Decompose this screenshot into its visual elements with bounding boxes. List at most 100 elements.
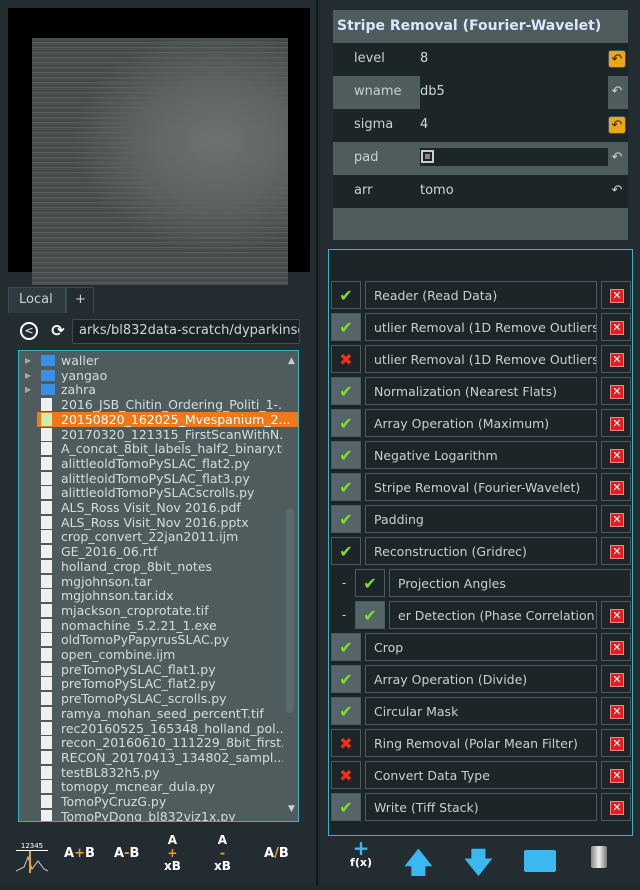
scroll-up-icon[interactable]: ▲ xyxy=(288,356,295,366)
workflow-item-name[interactable]: Reader (Read Data) xyxy=(365,281,597,309)
file-item[interactable]: 20150820_162025_Mvespanium_2... xyxy=(37,411,298,427)
folder-item[interactable]: ▶ zahra xyxy=(19,382,283,397)
file-item[interactable]: nomachine_5.2.21_1.exe xyxy=(19,618,283,633)
delete-button[interactable]: ✕ xyxy=(601,537,631,565)
enabled-check-icon[interactable]: ✔ xyxy=(331,409,361,437)
move-down-icon[interactable]: 🡇 xyxy=(464,842,493,890)
file-item[interactable]: TomoPyCruzG.py xyxy=(19,794,283,809)
enabled-check-icon[interactable]: ✔ xyxy=(331,633,361,661)
delete-button[interactable]: ✕ xyxy=(601,761,631,789)
param-value[interactable] xyxy=(420,148,608,166)
file-item[interactable]: ALS_Ross Visit_Nov 2016.pptx xyxy=(19,515,283,530)
reset-icon[interactable]: ↶ xyxy=(608,116,626,134)
scrollbar-thumb[interactable] xyxy=(286,508,294,713)
param-value[interactable]: 4 xyxy=(420,109,608,142)
file-item[interactable]: preTomoPySLAC_flat2.py xyxy=(19,676,283,691)
file-item[interactable]: mjackson_croprotate.tif xyxy=(19,603,283,618)
file-item[interactable]: tomopy_mcnear_dula.py xyxy=(19,779,283,794)
enabled-check-icon[interactable]: ✔ xyxy=(331,441,361,469)
folder-item[interactable]: ▶ waller xyxy=(19,353,283,368)
workflow-item-name[interactable]: utlier Removal (1D Remove Outliers) xyxy=(365,345,597,373)
file-item[interactable]: alittleoldTomoPySLACscrolls.py xyxy=(19,485,283,500)
delete-button[interactable]: ✕ xyxy=(601,281,631,309)
add-button[interactable]: A+B xyxy=(64,846,95,861)
workflow-item[interactable]: ✖ Ring Removal (Polar Mean Filter) ✕ xyxy=(331,729,631,757)
delete-button[interactable]: ✕ xyxy=(601,505,631,533)
delete-button[interactable]: ✕ xyxy=(601,697,631,725)
file-item[interactable]: holland_crop_8bit_notes xyxy=(19,559,283,574)
workflow-item[interactable]: ✔ Reader (Read Data) ✕ xyxy=(331,281,631,309)
delete-button[interactable]: ✕ xyxy=(601,601,631,629)
workflow-item-name[interactable]: Ring Removal (Polar Mean Filter) xyxy=(365,729,597,757)
disabled-cross-icon[interactable]: ✖ xyxy=(331,345,361,373)
workflow-item-name[interactable]: Array Operation (Divide) xyxy=(365,665,597,693)
file-item[interactable]: testBL832h5.py xyxy=(19,765,283,780)
folder-item[interactable]: ▶ yangao xyxy=(19,368,283,383)
workflow-item-name[interactable]: Write (Tiff Stack) xyxy=(365,793,597,821)
pad-checkbox[interactable] xyxy=(421,150,434,163)
workflow-item-name[interactable]: Reconstruction (Gridrec) xyxy=(365,537,597,565)
tab-local[interactable]: Local xyxy=(8,287,66,313)
file-item[interactable]: TomoPyDong_bl832viz1x.py xyxy=(19,809,283,821)
workflow-item[interactable]: ✔ Normalization (Nearest Flats) ✕ xyxy=(331,377,631,405)
workflow-item[interactable]: ✔ Array Operation (Maximum) ✕ xyxy=(331,409,631,437)
disabled-cross-icon[interactable]: ✖ xyxy=(331,761,361,789)
enabled-check-icon[interactable]: ✔ xyxy=(331,537,361,565)
delete-button[interactable]: ✕ xyxy=(601,729,631,757)
subtract-scaled-button[interactable]: A - xB xyxy=(214,834,231,873)
workflow-item-name[interactable]: er Detection (Phase Correlation) xyxy=(389,601,597,629)
file-item[interactable]: A_concat_8bit_labels_half2_binary.tif xyxy=(19,441,283,456)
reset-icon[interactable]: ↶ xyxy=(608,149,626,167)
enabled-check-icon[interactable]: ✔ xyxy=(331,377,361,405)
enabled-check-icon[interactable]: ✔ xyxy=(331,665,361,693)
file-item[interactable]: RECON_20170413_134802_sampl... xyxy=(19,750,283,765)
path-input[interactable]: arks/bl832data-scratch/dyparkinson xyxy=(72,319,300,344)
file-item[interactable]: 2016_JSB_Chitin_Ordering_Politi_1-... xyxy=(19,397,283,412)
reset-icon[interactable]: ↶ xyxy=(608,83,626,101)
file-item[interactable]: crop_convert_22jan2011.ijm xyxy=(19,529,283,544)
add-scaled-button[interactable]: A + xB xyxy=(164,834,181,873)
workflow-item[interactable]: ✔ Write (Tiff Stack) ✕ xyxy=(331,793,631,821)
enabled-check-icon[interactable]: ✔ xyxy=(331,697,361,725)
scroll-down-icon[interactable]: ▼ xyxy=(288,804,295,814)
file-item[interactable]: GE_2016_06.rtf xyxy=(19,544,283,559)
enabled-check-icon[interactable]: ✔ xyxy=(331,313,361,341)
file-item[interactable]: open_combine.ijm xyxy=(19,647,283,662)
file-item[interactable]: preTomoPySLAC_flat1.py xyxy=(19,662,283,677)
param-value[interactable]: 8 xyxy=(420,43,608,76)
file-item[interactable]: 20170320_121315_FirstScanWithN... xyxy=(19,427,283,442)
delete-button[interactable]: ✕ xyxy=(601,313,631,341)
workflow-item[interactable]: - ✔ Projection Angles xyxy=(331,569,631,597)
workflow-item[interactable]: ✖ utlier Removal (1D Remove Outliers) ✕ xyxy=(331,345,631,373)
workflow-item[interactable]: ✔ Reconstruction (Gridrec) ✕ xyxy=(331,537,631,565)
workflow-item-name[interactable]: Crop xyxy=(365,633,597,661)
reset-icon[interactable]: ↶ xyxy=(608,182,626,200)
open-folder-icon[interactable] xyxy=(524,850,556,872)
histogram-button[interactable]: 12345 xyxy=(15,842,49,874)
workflow-item-name[interactable]: Convert Data Type xyxy=(365,761,597,789)
file-item[interactable]: ALS_Ross Visit_Nov 2016.pdf xyxy=(19,500,283,515)
enabled-check-icon[interactable]: ✔ xyxy=(331,505,361,533)
file-tree[interactable]: ▶ waller ▶ yangao ▶ zahra 2016_JSB_Chitin_Orde… xyxy=(18,350,299,822)
delete-button[interactable]: ✕ xyxy=(601,793,631,821)
divide-button[interactable]: A/B xyxy=(264,846,289,861)
delete-button[interactable]: ✕ xyxy=(601,345,631,373)
file-item[interactable]: rec20160525_165348_holland_pol... xyxy=(19,721,283,736)
param-value[interactable]: tomo xyxy=(420,175,608,208)
workflow-item-name[interactable]: Stripe Removal (Fourier-Wavelet) xyxy=(365,473,597,501)
workflow-item[interactable]: ✖ Convert Data Type ✕ xyxy=(331,761,631,789)
enabled-check-icon[interactable]: ✔ xyxy=(331,473,361,501)
workflow-item[interactable]: ✔ Padding ✕ xyxy=(331,505,631,533)
add-function-button[interactable]: + f(x) xyxy=(346,838,376,869)
tab-add[interactable]: + xyxy=(66,287,94,313)
reset-icon[interactable]: ↶ xyxy=(608,50,626,68)
file-item[interactable]: alittleoldTomoPySLAC_flat3.py xyxy=(19,471,283,486)
delete-button[interactable]: ✕ xyxy=(601,377,631,405)
delete-button[interactable]: ✕ xyxy=(601,441,631,469)
expand-arrow-icon[interactable]: ▶ xyxy=(25,353,31,368)
workflow-item-name[interactable]: utlier Removal (1D Remove Outliers) xyxy=(365,313,597,341)
enabled-check-icon[interactable]: ✔ xyxy=(355,601,385,629)
param-value[interactable]: db5 xyxy=(420,76,608,109)
file-item[interactable]: ramya_mohan_seed_percentT.tif xyxy=(19,706,283,721)
workflow-item-name[interactable]: Normalization (Nearest Flats) xyxy=(365,377,597,405)
